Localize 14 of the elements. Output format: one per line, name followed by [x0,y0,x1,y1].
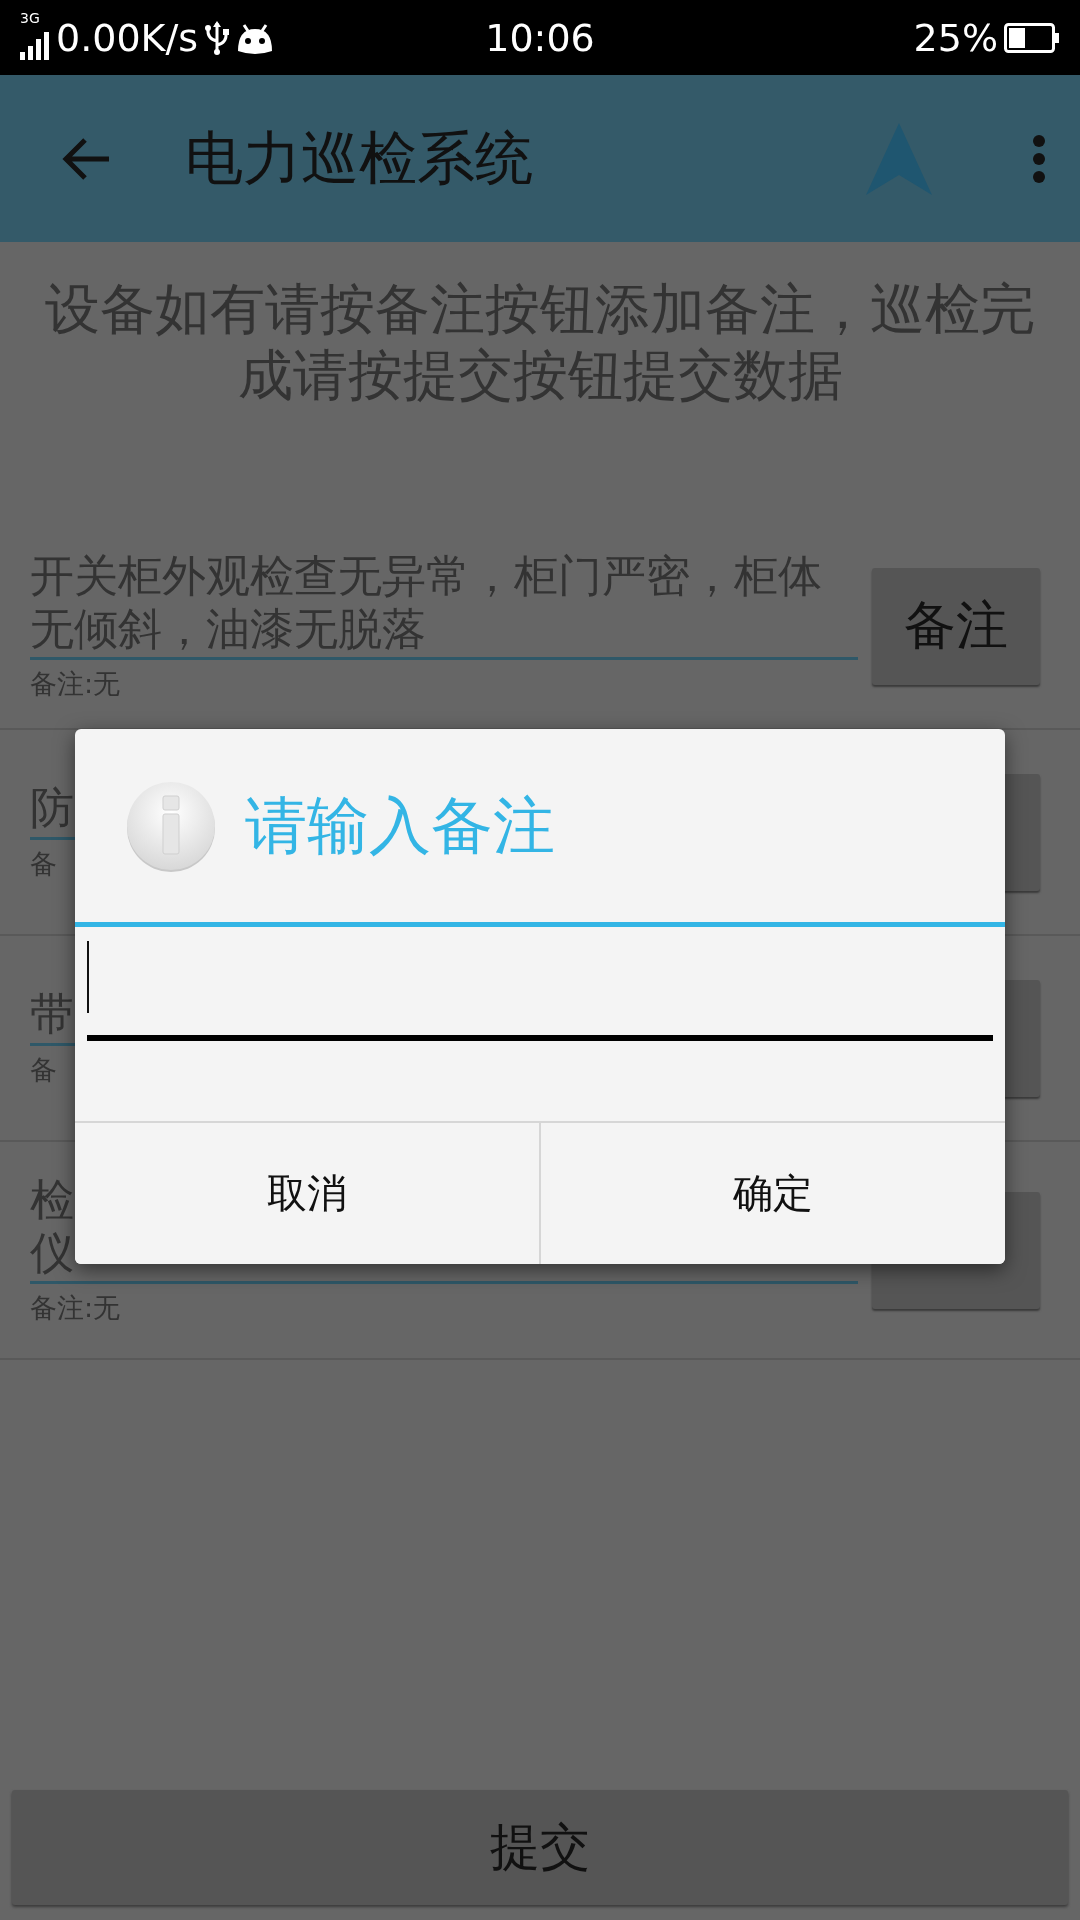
dialog-button[interactable]: 确定 [539,1123,1005,1264]
dialog-title: 请输入备注 [245,787,555,864]
battery-icon [1004,22,1060,53]
signal-icon [20,31,50,60]
usb-icon [204,20,231,55]
network-type: 3G [20,9,40,26]
app-title: 电力巡检系统 [185,122,534,194]
back-icon[interactable] [61,136,111,181]
note-input-field[interactable] [87,941,993,1041]
clock-time: 10:06 [485,15,595,60]
dialog-button[interactable]: 取消 [75,1123,539,1264]
network-speed: 0.00K/s [56,15,199,60]
more-menu-icon[interactable] [1032,133,1046,184]
battery-percent: 25% [913,15,998,60]
